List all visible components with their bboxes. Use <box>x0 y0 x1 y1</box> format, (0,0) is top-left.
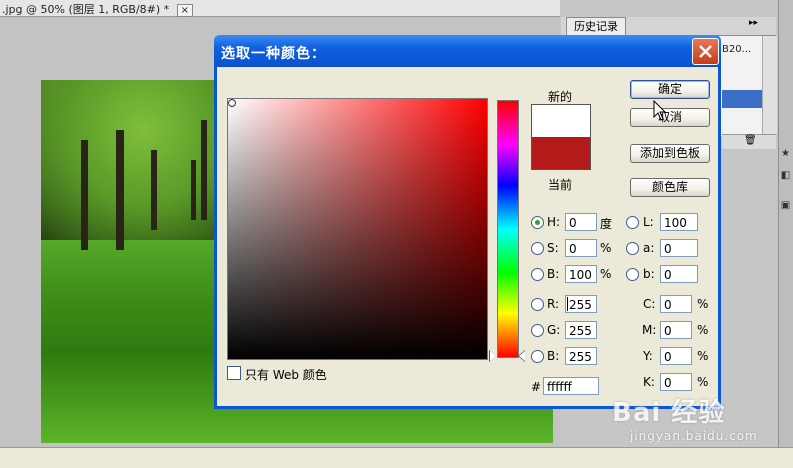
web-colors-only-checkbox[interactable] <box>227 366 241 380</box>
radio-lightness[interactable] <box>626 216 639 229</box>
tab-history[interactable]: 历史记录 <box>566 17 626 35</box>
web-colors-only-label: 只有 Web 颜色 <box>245 368 327 382</box>
blue-label: B: <box>547 349 560 363</box>
document-tab-label: .jpg @ 50% (图层 1, RGB/8#) * <box>2 3 170 16</box>
blue-input[interactable]: 255 <box>565 347 597 365</box>
history-scrollbar[interactable] <box>762 36 777 134</box>
magenta-unit: % <box>697 323 709 337</box>
color-libraries-button[interactable]: 颜色库 <box>630 178 710 197</box>
current-color-swatch[interactable] <box>532 137 590 169</box>
lightness-input[interactable]: 100 <box>660 213 698 231</box>
cyan-unit: % <box>697 297 709 311</box>
panel-icon[interactable]: ▣ <box>780 200 791 211</box>
close-icon <box>699 45 712 58</box>
black-unit: % <box>697 375 709 389</box>
radio-saturation[interactable] <box>531 242 544 255</box>
photo-tree-trunk <box>81 140 88 250</box>
radio-blue[interactable] <box>531 350 544 363</box>
panel-tool-strip <box>778 0 793 447</box>
cyan-input[interactable]: 0 <box>660 295 692 313</box>
color-field-cursor[interactable] <box>228 99 236 107</box>
hex-input[interactable]: ffffff <box>543 377 599 395</box>
lab-b-label: b: <box>643 267 655 281</box>
black-input[interactable]: 0 <box>660 373 692 391</box>
radio-lab-b[interactable] <box>626 268 639 281</box>
magenta-label: M: <box>642 323 657 337</box>
history-item-label[interactable]: B20... <box>722 44 751 55</box>
saturation-input[interactable]: 0 <box>565 239 597 257</box>
magenta-input[interactable]: 0 <box>660 321 692 339</box>
yellow-unit: % <box>697 349 709 363</box>
panel-icon[interactable]: ◧ <box>780 170 791 181</box>
radio-lab-a[interactable] <box>626 242 639 255</box>
photo-tree-trunk <box>201 120 207 220</box>
new-color-swatch <box>532 105 590 137</box>
current-color-label: 当前 <box>548 178 573 192</box>
radio-green[interactable] <box>531 324 544 337</box>
green-label: G: <box>547 323 561 337</box>
document-tab-title[interactable]: .jpg @ 50% (图层 1, RGB/8#) * × <box>2 1 194 17</box>
hue-slider[interactable] <box>497 100 519 358</box>
radio-hue[interactable] <box>531 216 544 229</box>
cyan-label: C: <box>643 297 656 311</box>
hue-slider-handle-left-fill <box>490 351 496 361</box>
dialog-title: 选取一种颜色： <box>221 46 326 62</box>
lab-a-input[interactable]: 0 <box>660 239 698 257</box>
cancel-button[interactable]: 取消 <box>630 108 710 127</box>
red-input[interactable]: 255 <box>565 295 597 313</box>
hue-input[interactable]: 0 <box>565 213 597 231</box>
color-field[interactable] <box>227 98 488 360</box>
mouse-pointer-icon <box>653 100 667 121</box>
hue-label: H: <box>547 215 561 229</box>
hue-unit: 度 <box>600 217 613 231</box>
watermark-brand: Bai 经验 <box>612 398 726 428</box>
close-button[interactable] <box>692 38 719 65</box>
document-tab-close[interactable]: × <box>176 4 194 17</box>
yellow-label: Y: <box>643 349 653 363</box>
hue-slider-handle-right-fill <box>519 351 525 361</box>
yellow-input[interactable]: 0 <box>660 347 692 365</box>
lightness-label: L: <box>643 215 654 229</box>
panel-collapse-icon[interactable]: ▸▸ <box>749 18 758 28</box>
new-color-label: 新的 <box>548 90 573 104</box>
green-input[interactable]: 255 <box>565 321 597 339</box>
saturation-label: S: <box>547 241 559 255</box>
radio-brightness[interactable] <box>531 268 544 281</box>
add-to-swatches-button[interactable]: 添加到色板 <box>630 144 710 163</box>
photo-tree-trunk <box>191 160 196 220</box>
star-icon[interactable]: ★ <box>780 148 791 159</box>
brightness-label: B: <box>547 267 560 281</box>
brightness-unit: % <box>600 267 612 281</box>
lab-b-input[interactable]: 0 <box>660 265 698 283</box>
radio-red[interactable] <box>531 298 544 311</box>
brightness-input[interactable]: 100 <box>565 265 597 283</box>
history-panel-footer: 🗑 <box>722 134 776 149</box>
hex-label: # <box>531 380 542 394</box>
text-cursor <box>567 297 568 311</box>
red-label: R: <box>547 297 560 311</box>
trash-icon[interactable]: 🗑 <box>744 135 757 146</box>
photo-tree-trunk <box>116 130 124 250</box>
lab-a-label: a: <box>643 241 655 255</box>
photo-tree-trunk <box>151 150 157 230</box>
black-label: K: <box>643 375 655 389</box>
saturation-unit: % <box>600 241 612 255</box>
watermark-url: jingyan.baidu.com <box>630 429 758 443</box>
status-bar <box>0 447 793 468</box>
ok-button[interactable]: 确定 <box>630 80 710 99</box>
